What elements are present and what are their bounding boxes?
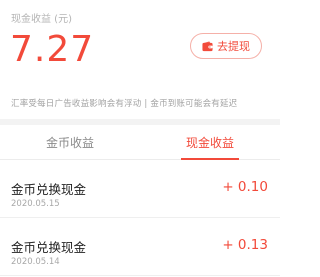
wallet-icon — [202, 40, 213, 51]
earnings-tabs: 金币收益 现金收益 — [0, 125, 280, 160]
earnings-list: 金币兑换现金 2020.05.15 + 0.10 金币兑换现金 2020.05.… — [0, 160, 280, 276]
list-item: 金币兑换现金 2020.05.14 + 0.13 — [0, 218, 280, 276]
record-amount: + 0.10 — [222, 179, 268, 195]
record-amount: + 0.13 — [222, 237, 268, 253]
withdraw-button-label: 去提现 — [217, 40, 250, 53]
tab-cash-earnings[interactable]: 现金收益 — [140, 125, 280, 160]
record-title: 金币兑换现金 — [11, 182, 87, 197]
list-item: 金币兑换现金 2020.05.15 + 0.10 — [0, 160, 280, 218]
balance-header: 现金收益 (元) 7.27 去提现 汇率受每日广告收益影响会有浮动 | 金币到账… — [0, 0, 280, 120]
balance-amount: 7.27 — [10, 29, 95, 70]
tab-label: 现金收益 — [185, 135, 234, 150]
record-date: 2020.05.14 — [11, 257, 60, 267]
tab-label: 金币收益 — [45, 135, 94, 150]
balance-label: 现金收益 (元) — [11, 14, 72, 25]
record-date: 2020.05.15 — [11, 199, 60, 209]
withdraw-button[interactable]: 去提现 — [190, 33, 262, 59]
record-title: 金币兑换现金 — [11, 240, 87, 255]
rate-notice: 汇率受每日广告收益影响会有浮动 | 金币到账可能会有延迟 — [11, 99, 238, 109]
tab-coin-earnings[interactable]: 金币收益 — [0, 125, 140, 159]
